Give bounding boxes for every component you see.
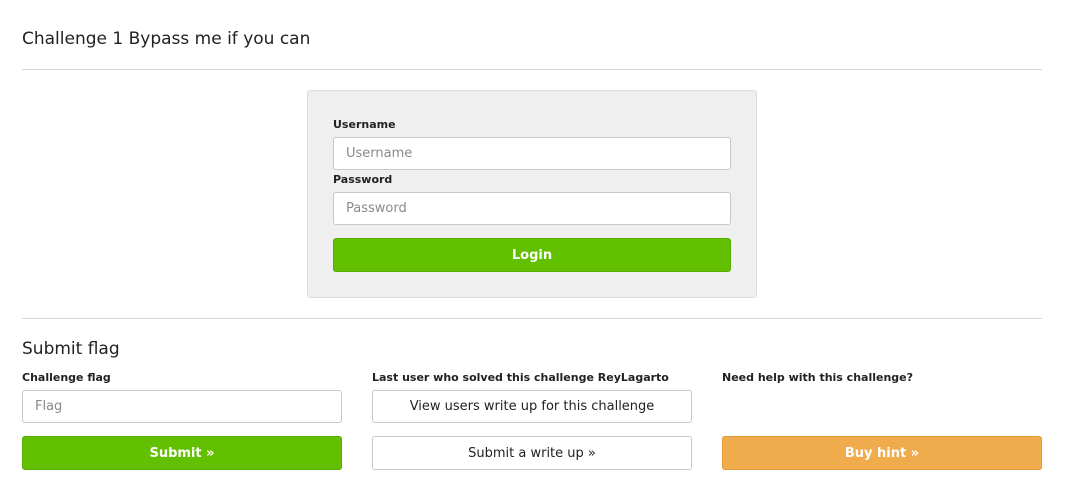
username-input[interactable]: [333, 137, 731, 170]
section-divider: [22, 318, 1042, 319]
page-title: Challenge 1 Bypass me if you can: [22, 29, 311, 49]
need-help-label: Need help with this challenge?: [722, 371, 914, 384]
login-button[interactable]: Login: [333, 238, 731, 272]
submit-writeup-button[interactable]: Submit a write up »: [372, 436, 692, 470]
last-solver-name: ReyLagarto: [597, 371, 669, 384]
view-writeups-button[interactable]: View users write up for this challenge: [372, 390, 692, 423]
login-form: Username Password Login: [307, 90, 757, 298]
submit-flag-heading: Submit flag: [22, 339, 120, 359]
challenge-flag-label: Challenge flag: [22, 371, 111, 384]
last-solver-label: Last user who solved this challenge ReyL…: [372, 371, 669, 384]
title-divider: [22, 69, 1042, 70]
password-label: Password: [333, 173, 393, 186]
flag-input[interactable]: [22, 390, 342, 423]
username-label: Username: [333, 118, 396, 131]
password-input[interactable]: [333, 192, 731, 225]
submit-flag-button[interactable]: Submit »: [22, 436, 342, 470]
last-solver-prefix: Last user who solved this challenge: [372, 371, 594, 384]
buy-hint-button[interactable]: Buy hint »: [722, 436, 1042, 470]
